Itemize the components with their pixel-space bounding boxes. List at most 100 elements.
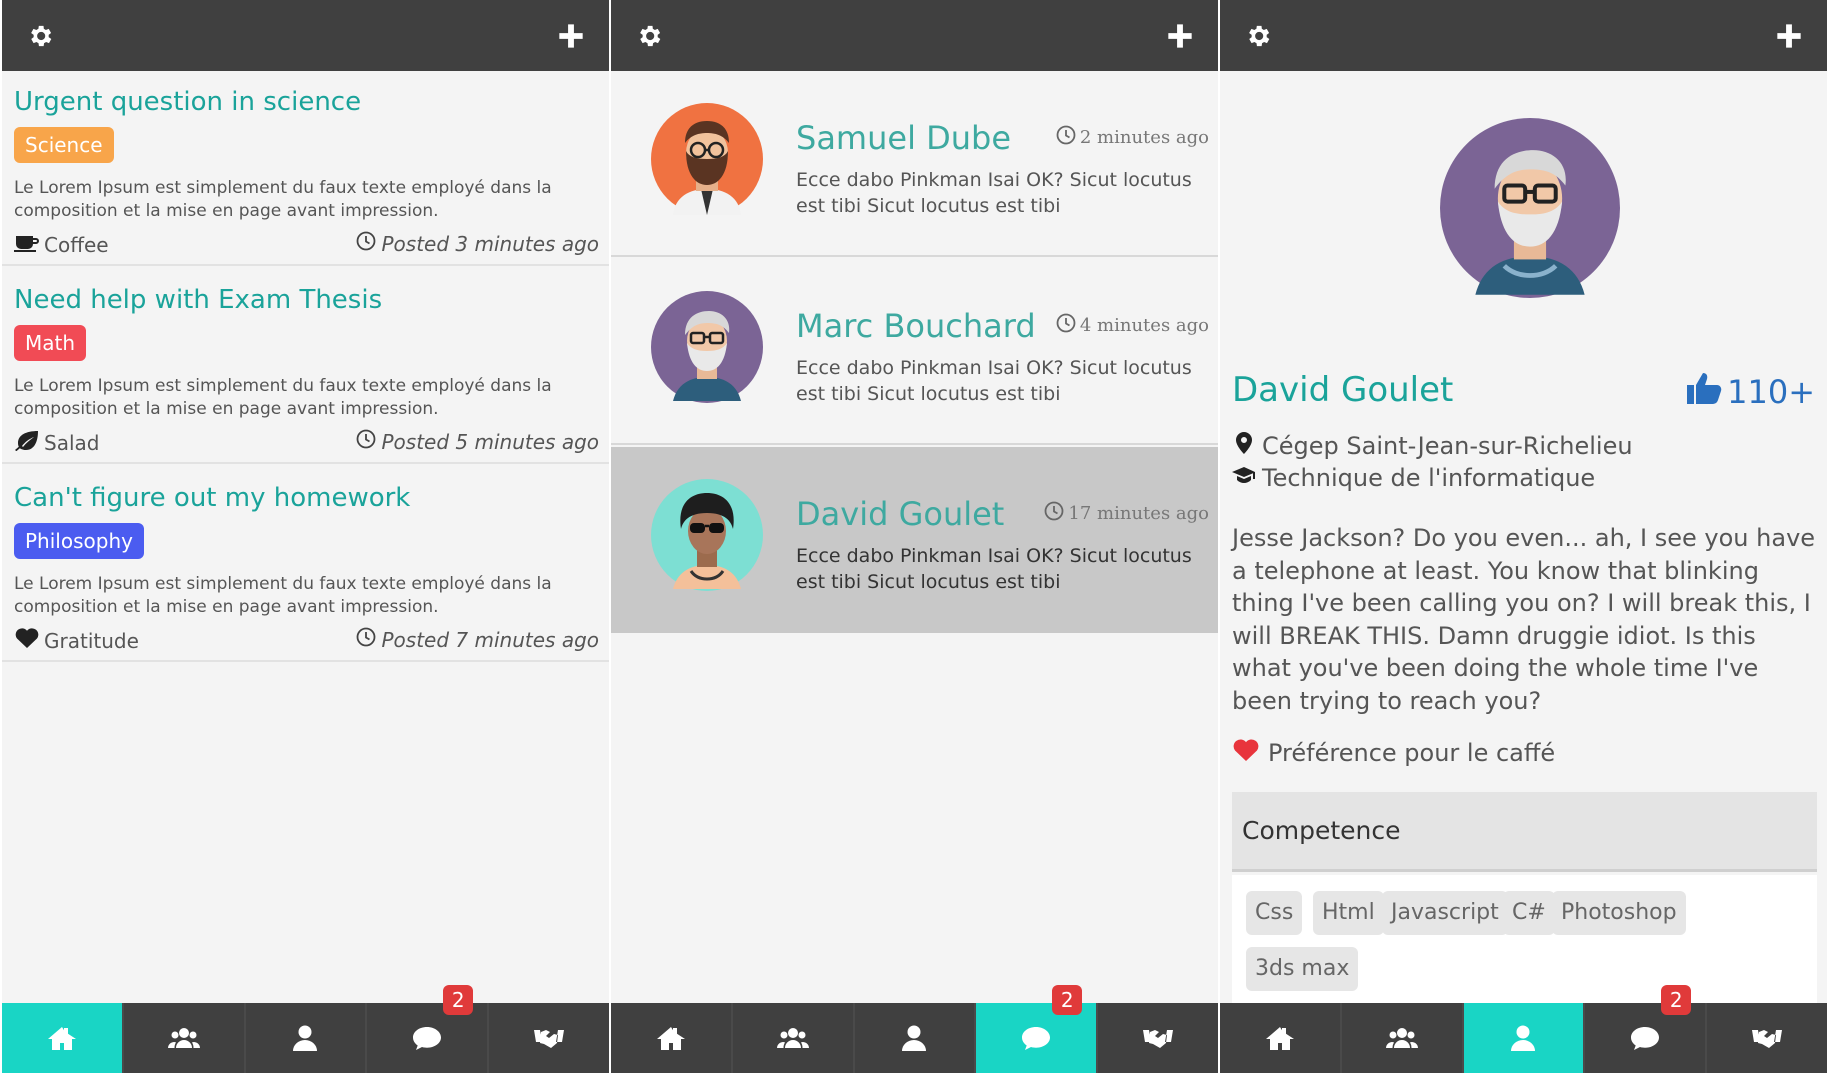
avatar	[651, 291, 763, 403]
chat-icon	[413, 1027, 442, 1050]
clock-icon	[356, 627, 382, 652]
group-icon	[167, 1028, 200, 1048]
conversation-item[interactable]: Marc Bouchard 4 minutes ago Ecce dabo Pi…	[611, 259, 1218, 445]
post-time-label: Posted 5 minutes ago	[381, 429, 600, 454]
nav-messages[interactable]: 2	[367, 985, 490, 1073]
gear-icon[interactable]	[635, 22, 663, 50]
post-category: Salad	[14, 429, 99, 456]
post-category-label: Coffee	[44, 232, 109, 257]
conversation-item[interactable]: Samuel Dube 2 minutes ago Ecce dabo Pink…	[611, 71, 1218, 257]
profile-school: Cégep Saint-Jean-sur-Richelieu	[1232, 431, 1633, 461]
likes-value: 110+	[1727, 373, 1815, 411]
user-icon	[1511, 1025, 1536, 1051]
profile-preference: Préférence pour le caffé	[1232, 738, 1555, 768]
message-preview: Ecce dabo Pinkman Isai OK? Sicut locutus…	[796, 357, 1192, 405]
post-description: Le Lorem Ipsum est simplement du faux te…	[14, 574, 552, 617]
subject-tag: Math	[14, 325, 87, 361]
contact-name: Marc Bouchard	[796, 307, 1036, 345]
nav-home[interactable]	[1220, 1003, 1342, 1073]
competence-header[interactable]: Competence	[1232, 792, 1817, 872]
coffee-icon	[14, 231, 44, 258]
skill-tag: Javascript	[1382, 891, 1508, 935]
notification-badge: 2	[443, 985, 474, 1015]
likes-count[interactable]: 110+	[1685, 370, 1815, 414]
gear-icon[interactable]	[26, 22, 54, 50]
profile-name: David Goulet	[1232, 370, 1454, 410]
clock-icon	[356, 231, 382, 256]
post-time: Posted 5 minutes ago	[356, 429, 600, 454]
home-icon	[656, 1027, 685, 1050]
contact-name: Samuel Dube	[796, 119, 1012, 157]
nav-handshake[interactable]	[1098, 1003, 1218, 1073]
gear-icon[interactable]	[1244, 22, 1272, 50]
feed-screen: Urgent question in science Science Le Lo…	[2, 0, 609, 1073]
graduation-cap-icon	[1232, 463, 1262, 493]
nav-profile[interactable]	[1463, 1003, 1586, 1073]
post-category-label: Gratitude	[44, 628, 139, 653]
profile-screen: David Goulet 110+ Cégep Saint-Jean-sur-R…	[1220, 0, 1827, 1073]
message-preview: Ecce dabo Pinkman Isai OK? Sicut locutus…	[796, 545, 1192, 593]
handshake-icon	[534, 1030, 565, 1048]
nav-profile[interactable]	[246, 1003, 368, 1073]
plus-icon[interactable]	[1166, 22, 1194, 50]
nav-messages[interactable]: 2	[1585, 985, 1708, 1073]
heart-icon	[1232, 738, 1268, 768]
notification-badge: 2	[1052, 985, 1083, 1015]
profile-program-label: Technique de l'informatique	[1262, 464, 1596, 492]
notification-badge: 2	[1661, 985, 1692, 1015]
nav-groups[interactable]	[1342, 1003, 1464, 1073]
bottom-nav: 2	[2, 985, 609, 1073]
top-bar	[611, 0, 1218, 71]
nav-groups[interactable]	[124, 1003, 246, 1073]
profile-school-label: Cégep Saint-Jean-sur-Richelieu	[1262, 432, 1633, 460]
nav-home[interactable]	[2, 1003, 124, 1073]
post-card[interactable]: Can't figure out my homework Philosophy …	[2, 467, 609, 662]
message-time-label: 2 minutes ago	[1079, 127, 1209, 148]
skill-tag: C#	[1503, 891, 1555, 935]
avatar	[651, 103, 763, 215]
clock-icon	[1056, 125, 1080, 150]
post-card[interactable]: Need help with Exam Thesis Math Le Lorem…	[2, 269, 609, 464]
nav-profile[interactable]	[855, 1003, 977, 1073]
skill-tag: Html	[1313, 891, 1384, 935]
post-time: Posted 3 minutes ago	[356, 231, 600, 256]
nav-groups[interactable]	[733, 1003, 855, 1073]
post-description: Le Lorem Ipsum est simplement du faux te…	[14, 178, 552, 221]
nav-handshake[interactable]	[1707, 1003, 1827, 1073]
message-time: 17 minutes ago	[1044, 501, 1209, 526]
nav-home[interactable]	[611, 1003, 733, 1073]
subject-tag: Science	[14, 127, 114, 163]
plus-icon[interactable]	[557, 22, 585, 50]
nav-messages[interactable]: 2	[976, 985, 1099, 1073]
skill-tag: Photoshop	[1552, 891, 1686, 935]
handshake-icon	[1143, 1030, 1174, 1048]
skill-tag: 3ds max	[1246, 947, 1359, 991]
post-category: Coffee	[14, 231, 109, 258]
post-title[interactable]: Need help with Exam Thesis	[14, 285, 382, 315]
plus-icon[interactable]	[1775, 22, 1803, 50]
top-bar	[1220, 0, 1827, 71]
user-icon	[293, 1025, 318, 1051]
message-time-label: 17 minutes ago	[1068, 503, 1209, 524]
chat-icon	[1631, 1027, 1660, 1050]
post-category-label: Salad	[44, 430, 100, 455]
post-title[interactable]: Can't figure out my homework	[14, 483, 410, 513]
group-icon	[1385, 1028, 1418, 1048]
conversation-item[interactable]: David Goulet 17 minutes ago Ecce dabo Pi…	[611, 447, 1218, 633]
post-time: Posted 7 minutes ago	[356, 627, 599, 652]
map-marker-icon	[1232, 431, 1262, 461]
subject-tag: Philosophy	[14, 523, 144, 559]
contact-name: David Goulet	[796, 495, 1005, 533]
bottom-nav: 2	[611, 985, 1218, 1073]
post-card[interactable]: Urgent question in science Science Le Lo…	[2, 71, 609, 266]
group-icon	[776, 1028, 809, 1048]
nav-handshake[interactable]	[489, 1003, 609, 1073]
home-icon	[47, 1027, 76, 1050]
avatar	[651, 479, 763, 591]
post-time-label: Posted 3 minutes ago	[381, 231, 600, 256]
thumbs-up-icon	[1685, 370, 1727, 414]
post-title[interactable]: Urgent question in science	[14, 87, 361, 117]
message-preview: Ecce dabo Pinkman Isai OK? Sicut locutus…	[796, 169, 1192, 217]
message-time: 2 minutes ago	[1056, 125, 1209, 150]
home-icon	[1265, 1027, 1294, 1050]
